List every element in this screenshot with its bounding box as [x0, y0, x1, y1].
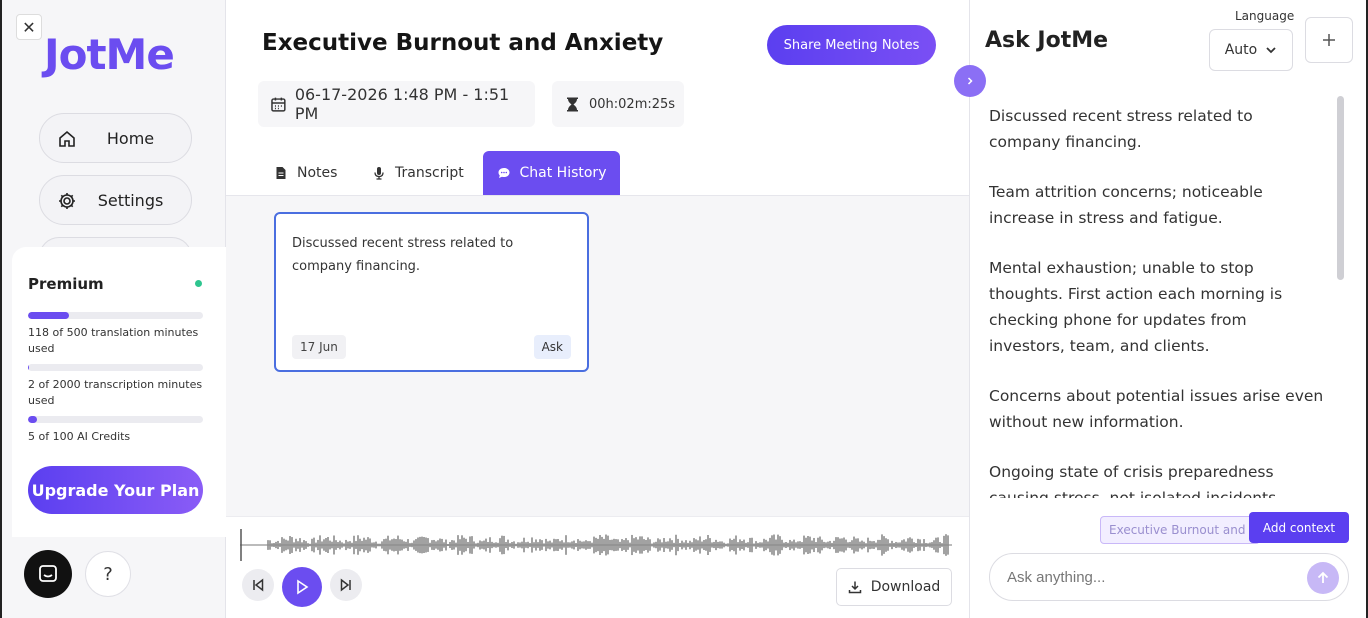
ai-credits-usage-bar — [28, 416, 203, 423]
chat-history-panel: Discussed recent stress related to compa… — [226, 196, 970, 516]
card-ask-button[interactable]: Ask — [533, 335, 571, 359]
share-meeting-notes-button[interactable]: Share Meeting Notes — [767, 25, 936, 65]
send-button[interactable] — [1307, 562, 1339, 594]
card-date-badge: 17 Jun — [292, 335, 346, 359]
audio-waveform[interactable] — [240, 525, 952, 565]
collapse-panel-button[interactable] — [954, 65, 986, 97]
skip-back-button[interactable] — [242, 569, 274, 601]
play-icon — [297, 579, 309, 595]
translation-usage-text: 118 of 500 translation minutes used — [28, 326, 199, 355]
plus-icon — [1323, 34, 1335, 46]
help-button[interactable]: ? — [85, 551, 131, 597]
sidebar-item-settings[interactable]: Settings — [39, 175, 192, 225]
premium-title: Premium — [28, 275, 104, 293]
skip-back-icon — [253, 578, 264, 592]
sidebar-item-home[interactable]: Home — [39, 113, 192, 163]
translation-usage-bar — [28, 312, 203, 319]
add-context-button[interactable]: Add context — [1249, 512, 1349, 543]
jotme-logo: JotMe — [44, 30, 175, 79]
transcription-usage-bar — [28, 364, 203, 371]
page-title: Executive Burnout and Anxiety — [262, 30, 664, 56]
meeting-duration-box: 00h:02m:25s — [552, 81, 684, 127]
audio-player: Download — [226, 516, 970, 618]
transcription-usage-text: 2 of 2000 transcription minutes used — [28, 378, 203, 407]
download-button[interactable]: Download — [836, 568, 952, 606]
tab-label: Notes — [297, 165, 338, 181]
status-dot — [195, 280, 202, 287]
support-chat-button[interactable] — [24, 550, 72, 598]
chat-message: Concerns about potential issues arise ev… — [989, 387, 1324, 431]
ai-credits-usage-text: 5 of 100 AI Credits — [28, 430, 131, 443]
main-content: Executive Burnout and Anxiety Share Meet… — [226, 0, 970, 618]
bar-fill — [28, 364, 29, 371]
sidebar-item-label: Settings — [97, 190, 164, 210]
hourglass-icon — [567, 97, 578, 111]
chevron-right-icon — [967, 77, 973, 85]
tab-label: Transcript — [395, 165, 464, 181]
sidebar-item-label: Home — [106, 128, 155, 148]
tab-chat-history[interactable]: Chat History — [483, 151, 620, 195]
chat-message: Ongoing state of crisis preparedness cau… — [989, 463, 1282, 498]
tab-bar: Notes Transcript Chat History — [226, 151, 970, 196]
chat-history-card[interactable]: Discussed recent stress related to compa… — [274, 212, 589, 372]
chat-message: Discussed recent stress related to compa… — [989, 107, 1253, 151]
document-icon — [276, 167, 286, 179]
language-select[interactable]: Auto — [1209, 29, 1293, 71]
chevron-down-icon — [1266, 47, 1276, 54]
bar-fill — [28, 312, 70, 319]
bar-fill — [28, 416, 37, 423]
calendar-icon — [271, 97, 286, 112]
chat-messages: Discussed recent stress related to compa… — [989, 103, 1324, 498]
card-text: Discussed recent stress related to compa… — [292, 236, 514, 274]
new-chat-button[interactable] — [1305, 17, 1353, 63]
play-button[interactable] — [282, 567, 322, 607]
tab-transcript[interactable]: Transcript — [372, 151, 464, 195]
tab-notes[interactable]: Notes — [274, 151, 337, 195]
language-label: Language — [1235, 9, 1295, 23]
ask-input[interactable] — [989, 553, 1349, 601]
scrollbar[interactable] — [1337, 96, 1344, 280]
premium-card: Premium 118 of 500 translation minutes u… — [12, 247, 228, 537]
meeting-duration: 00h:02m:25s — [589, 96, 676, 112]
chat-message: Team attrition concerns; noticeable incr… — [989, 183, 1263, 227]
download-label: Download — [870, 579, 941, 595]
meeting-date-box: 06-17-2026 1:48 PM - 1:51 PM — [258, 81, 535, 127]
chat-message: Mental exhaustion; unable to stop though… — [989, 259, 1283, 355]
microphone-icon — [374, 167, 384, 180]
skip-forward-icon — [340, 578, 351, 592]
skip-forward-button[interactable] — [330, 569, 362, 601]
panel-title: Ask JotMe — [985, 28, 1109, 53]
chat-bubble-icon — [39, 565, 57, 582]
close-icon[interactable]: ✕ — [16, 14, 42, 40]
upgrade-plan-button[interactable]: Upgrade Your Plan — [28, 466, 203, 514]
ask-jotme-panel: Ask JotMe Language Auto Discussed recent… — [969, 0, 1368, 618]
chat-icon — [498, 168, 509, 178]
context-chip[interactable]: Executive Burnout and Anxiety — [1100, 516, 1260, 544]
language-value: Auto — [1224, 42, 1258, 58]
tab-label: Chat History — [519, 165, 607, 181]
meeting-date-range: 06-17-2026 1:48 PM - 1:51 PM — [294, 85, 510, 123]
arrow-up-icon — [1317, 571, 1329, 583]
download-icon — [848, 581, 861, 594]
sidebar: ✕ JotMe Home Settings Premium 118 of 500… — [0, 0, 228, 618]
